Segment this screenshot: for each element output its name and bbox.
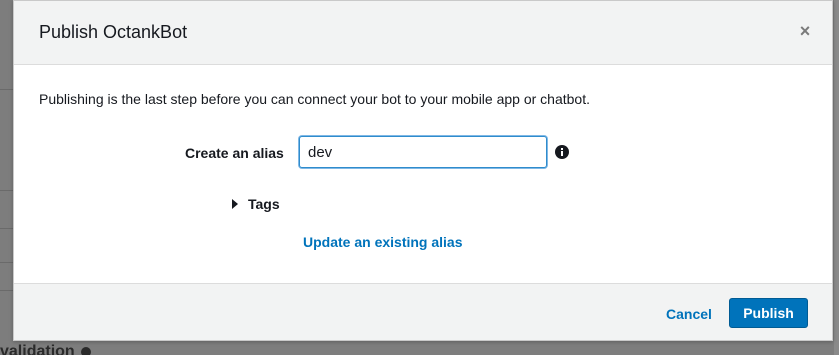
publish-button[interactable]: Publish [729,298,808,328]
dialog-description: Publishing is the last step before you c… [39,91,590,107]
publish-dialog: Publish OctankBot × Publishing is the la… [13,0,833,341]
alias-label: Create an alias [185,145,284,161]
background-divider [0,89,14,90]
background-edge [834,0,839,355]
cancel-button[interactable]: Cancel [666,306,712,322]
background-divider [0,228,14,229]
dialog-header: Publish OctankBot × [14,1,832,65]
dialog-title: Publish OctankBot [39,22,188,42]
update-existing-alias-link[interactable]: Update an existing alias [303,234,463,250]
dialog-footer: Cancel Publish [14,283,832,340]
caret-right-icon [232,199,238,209]
alias-input[interactable] [299,136,547,168]
background-divider [0,290,14,291]
info-circle-icon[interactable] [555,145,569,159]
close-icon[interactable]: × [798,22,812,40]
background-info-icon [80,346,91,355]
background-section-label: validation [0,343,91,355]
tags-expander[interactable]: Tags [232,196,280,212]
background-divider [0,262,14,263]
tags-label: Tags [248,196,280,212]
background-divider [0,190,14,191]
dialog-body: Publishing is the last step before you c… [14,65,832,283]
